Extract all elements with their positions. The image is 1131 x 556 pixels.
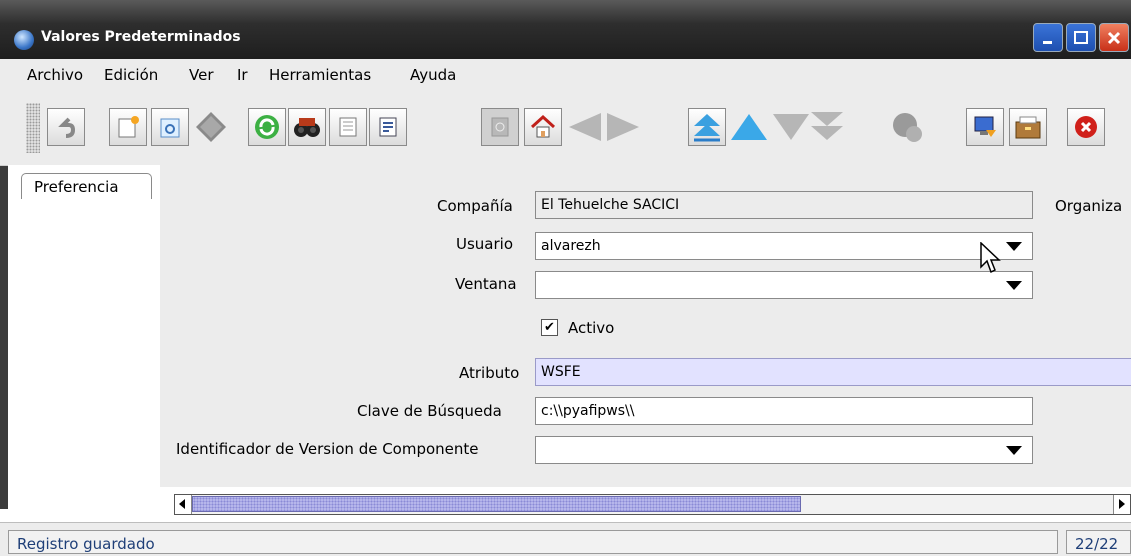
compania-label: Compañía bbox=[437, 197, 513, 215]
refresh-icon bbox=[255, 115, 279, 139]
history-button[interactable] bbox=[481, 108, 519, 146]
usuario-select[interactable]: alvarezh bbox=[535, 232, 1033, 260]
menu-bar: Archivo Edición Ver Ir Herramientas Ayud… bbox=[0, 59, 1131, 94]
undo-button[interactable] bbox=[47, 108, 85, 146]
find-button[interactable] bbox=[288, 108, 326, 146]
tab-panel bbox=[8, 165, 160, 487]
previous-icon bbox=[569, 113, 601, 141]
close-button[interactable] bbox=[1099, 23, 1129, 52]
status-bar: Registro guardado 22/22 bbox=[0, 522, 1131, 556]
archive-button[interactable] bbox=[1009, 108, 1047, 146]
undo-icon bbox=[58, 117, 76, 138]
copy-record-button[interactable] bbox=[151, 108, 189, 146]
workflow-button[interactable] bbox=[888, 108, 926, 146]
attachment-button[interactable] bbox=[329, 108, 367, 146]
usuario-label: Usuario bbox=[456, 235, 514, 253]
usuario-value: alvarezh bbox=[541, 238, 601, 254]
identificador-label: Identificador de Version de Componente bbox=[176, 440, 479, 458]
previous-button[interactable] bbox=[566, 108, 604, 146]
scroll-left-button[interactable] bbox=[175, 495, 192, 514]
status-message-box: Registro guardado bbox=[8, 530, 1058, 554]
attachment-icon bbox=[339, 117, 357, 137]
copy-record-icon bbox=[160, 118, 180, 138]
activo-label: Activo bbox=[568, 319, 615, 337]
report-button[interactable] bbox=[369, 108, 407, 146]
next-button[interactable] bbox=[604, 108, 642, 146]
toolbar bbox=[0, 93, 1131, 166]
export-icon bbox=[974, 116, 996, 137]
mouse-cursor-icon bbox=[980, 242, 1001, 274]
delete-button[interactable] bbox=[192, 108, 230, 146]
identificador-select[interactable] bbox=[535, 436, 1033, 464]
chevron-down-icon[interactable] bbox=[1006, 446, 1022, 455]
menu-archivo[interactable]: Archivo bbox=[27, 66, 83, 84]
close-window-icon bbox=[1075, 116, 1097, 138]
history-icon bbox=[491, 117, 509, 137]
toolbar-grip[interactable] bbox=[26, 103, 40, 153]
scrollbar-thumb[interactable] bbox=[192, 496, 801, 512]
menu-herramientas[interactable]: Herramientas bbox=[269, 66, 371, 84]
window-title: Valores Predeterminados bbox=[41, 29, 241, 45]
app-icon bbox=[14, 30, 34, 50]
scroll-right-button[interactable] bbox=[1113, 495, 1130, 514]
report-icon bbox=[379, 117, 397, 137]
delete-icon bbox=[196, 112, 226, 142]
first-record-button[interactable] bbox=[688, 108, 726, 146]
record-counter: 22/22 bbox=[1075, 535, 1119, 553]
export-button[interactable] bbox=[966, 108, 1004, 146]
chevron-down-icon[interactable] bbox=[1006, 242, 1022, 251]
minimize-button[interactable] bbox=[1033, 23, 1063, 52]
title-bar: Valores Predeterminados bbox=[0, 0, 1131, 59]
tab-preferencia[interactable]: Preferencia bbox=[21, 173, 152, 199]
record-counter-box[interactable]: 22/22 bbox=[1066, 530, 1131, 554]
horizontal-scrollbar[interactable] bbox=[174, 494, 1131, 515]
refresh-button[interactable] bbox=[248, 108, 286, 146]
status-message: Registro guardado bbox=[17, 535, 155, 553]
atributo-field[interactable]: WSFE bbox=[535, 358, 1131, 386]
menu-ver[interactable]: Ver bbox=[189, 66, 214, 84]
menu-edicion[interactable]: Edición bbox=[104, 66, 158, 84]
next-record-button[interactable] bbox=[771, 108, 809, 146]
first-record-icon bbox=[694, 114, 720, 142]
new-record-button[interactable] bbox=[109, 108, 147, 146]
last-record-button[interactable] bbox=[808, 108, 846, 146]
close-window-button[interactable] bbox=[1067, 108, 1105, 146]
home-button[interactable] bbox=[524, 108, 562, 146]
next-record-icon bbox=[773, 114, 809, 140]
clave-field[interactable]: c:\\pyafipws\\ bbox=[535, 397, 1033, 425]
maximize-button[interactable] bbox=[1066, 23, 1096, 52]
menu-ayuda[interactable]: Ayuda bbox=[410, 66, 456, 84]
archive-icon bbox=[1015, 116, 1041, 139]
ventana-select[interactable] bbox=[535, 271, 1033, 299]
next-icon bbox=[607, 113, 639, 141]
clave-label: Clave de Búsqueda bbox=[357, 402, 502, 420]
home-icon bbox=[530, 114, 556, 138]
activo-checkbox[interactable]: ✔ bbox=[541, 319, 558, 336]
workflow-icon bbox=[893, 113, 922, 142]
chevron-down-icon[interactable] bbox=[1006, 281, 1022, 290]
new-record-icon bbox=[118, 116, 139, 138]
menu-ir[interactable]: Ir bbox=[237, 66, 248, 84]
previous-record-icon bbox=[731, 114, 767, 140]
compania-field[interactable]: El Tehuelche SACICI bbox=[535, 191, 1033, 219]
last-record-icon bbox=[811, 112, 843, 140]
ventana-label: Ventana bbox=[455, 275, 517, 293]
find-icon bbox=[294, 118, 320, 137]
previous-record-button[interactable] bbox=[729, 108, 767, 146]
atributo-label: Atributo bbox=[459, 364, 520, 382]
organizacion-label: Organiza bbox=[1055, 197, 1123, 215]
